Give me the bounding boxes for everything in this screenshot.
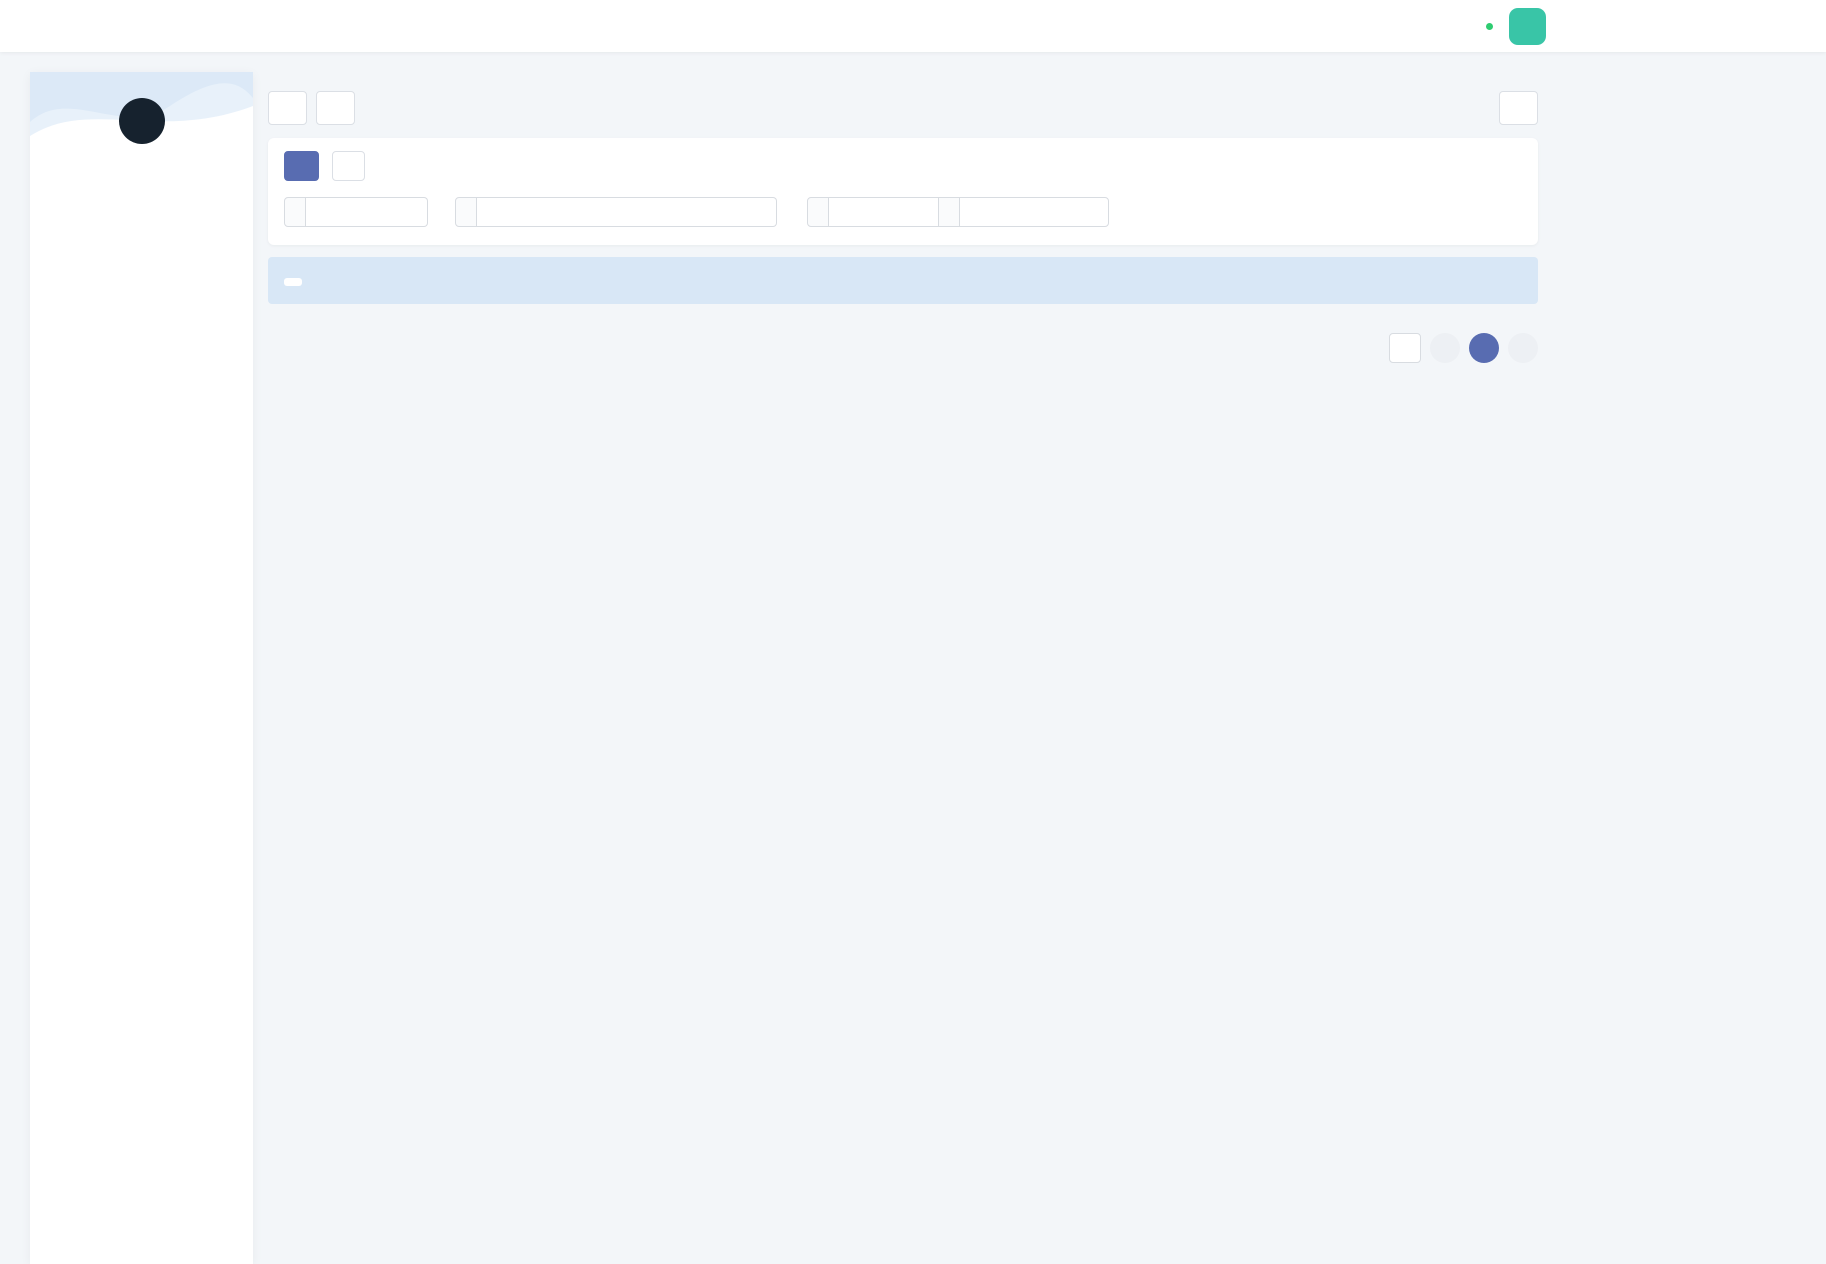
next-page-button[interactable] [1508,333,1538,363]
time-range-field-group [807,197,1109,227]
top-navbar [0,0,1826,52]
total-pnl-badge [284,278,302,286]
user-id-label [284,197,306,227]
sidebar-header [30,72,253,162]
page-header [268,66,1538,77]
sidebar-menu [30,162,253,186]
refresh-button[interactable] [268,91,307,125]
search-panel [268,138,1538,245]
user-id-input[interactable] [306,197,428,227]
time-from-input[interactable] [829,197,939,227]
stats-panel [268,257,1538,304]
page-1-button[interactable] [1469,333,1499,363]
new-button[interactable] [1499,91,1538,125]
user-name-label [455,197,477,227]
logo [119,98,165,144]
reset-button[interactable] [332,151,365,181]
prev-page-button[interactable] [1430,333,1460,363]
avatar[interactable] [1509,8,1546,45]
filter-fields [284,197,1522,227]
main-content [268,66,1538,363]
time-to-input[interactable] [959,197,1109,227]
pagination [1389,333,1538,363]
search-button[interactable] [284,151,319,181]
toolbar [268,91,1538,125]
search-actions [284,151,1522,181]
table-footer [268,333,1538,363]
filter-button[interactable] [316,91,355,125]
time-to-label [939,197,959,227]
time-from-label [807,197,829,227]
sidebar [30,72,253,1264]
user-id-field-group [284,197,428,227]
user-name-input[interactable] [477,197,777,227]
online-status [1486,23,1497,30]
per-page-select[interactable] [1389,333,1421,363]
menu-toggle-button[interactable] [10,20,22,32]
user-name-field-group [455,197,777,227]
user-meta [1486,23,1497,30]
online-dot-icon [1486,23,1493,30]
orders-table [268,308,1538,324]
dark-mode-button[interactable] [1462,20,1474,32]
